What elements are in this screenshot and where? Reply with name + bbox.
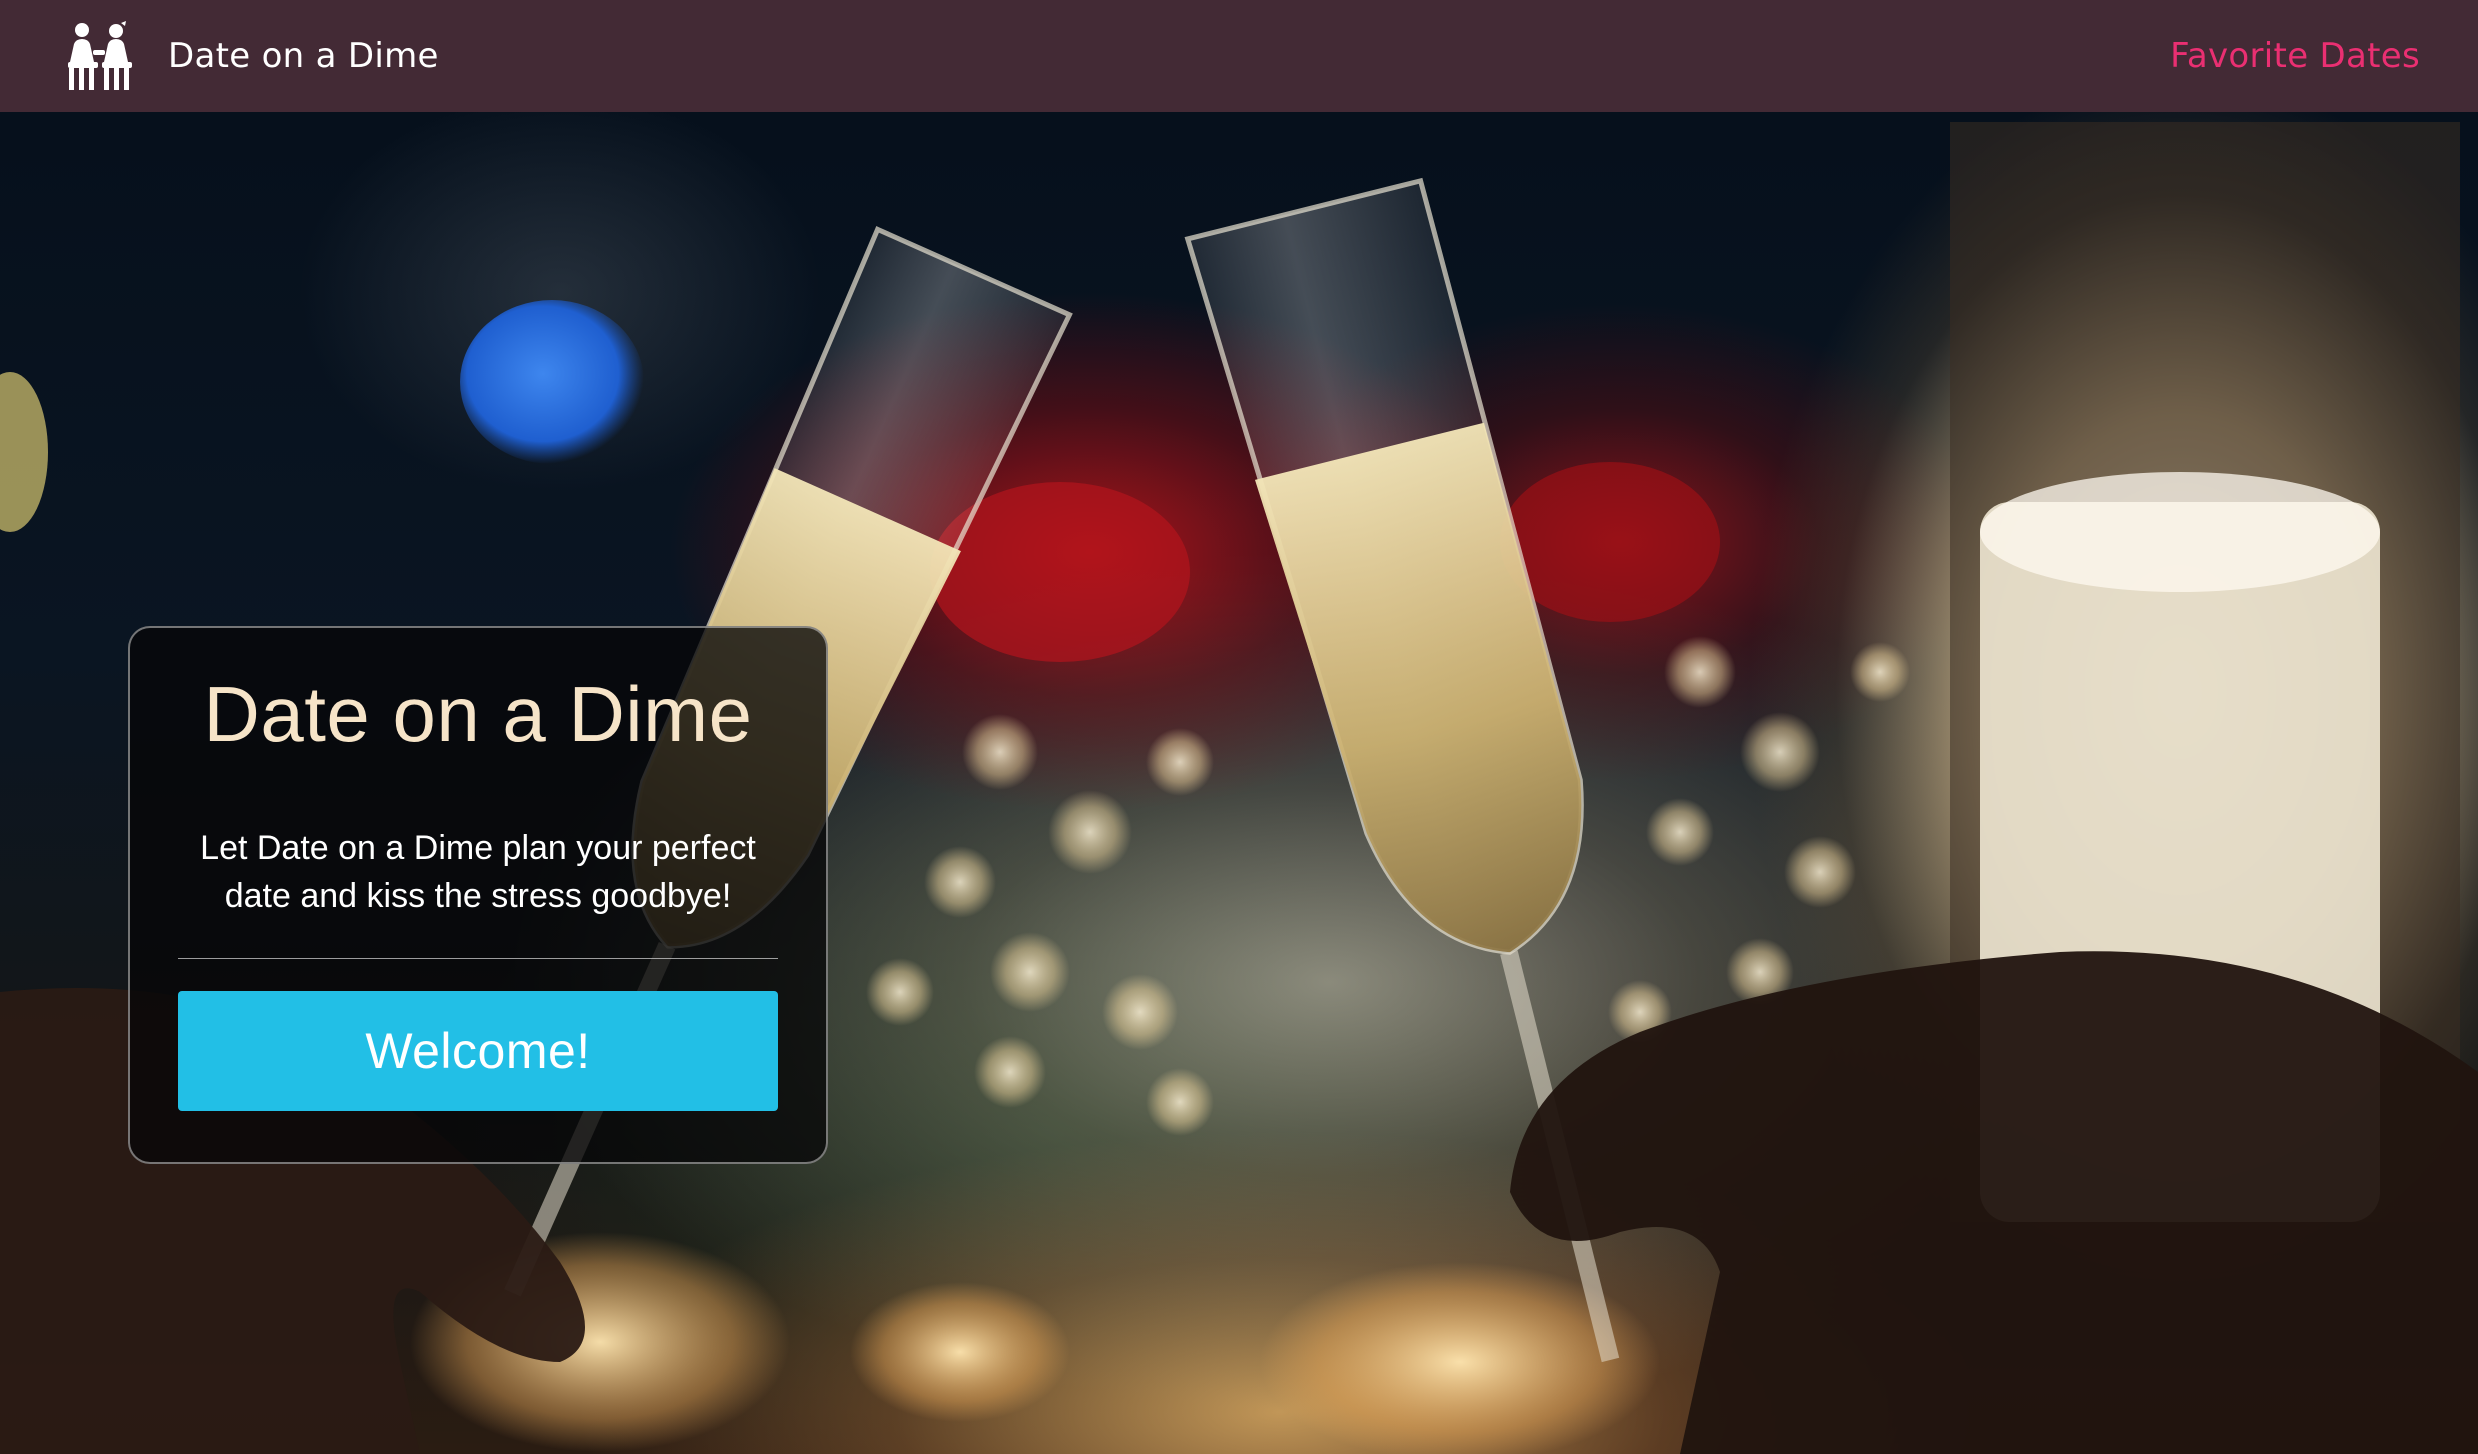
navbar: Date on a Dime Favorite Dates	[0, 0, 2478, 112]
couple-icon	[68, 21, 132, 90]
brand-home-link[interactable]: Date on a Dime	[60, 20, 439, 92]
brand-label: Date on a Dime	[168, 36, 439, 76]
card-divider	[178, 957, 778, 959]
card-description: Let Date on a Dime plan your perfect dat…	[200, 828, 756, 915]
favorite-dates-link[interactable]: Favorite Dates	[2170, 36, 2420, 76]
hero-section: Date on a Dime Let Date on a Dime plan y…	[0, 112, 2478, 1454]
card-title: Date on a Dime	[203, 670, 753, 758]
welcome-card: Date on a Dime Let Date on a Dime plan y…	[128, 626, 828, 1164]
welcome-button[interactable]: Welcome!	[178, 990, 778, 1111]
